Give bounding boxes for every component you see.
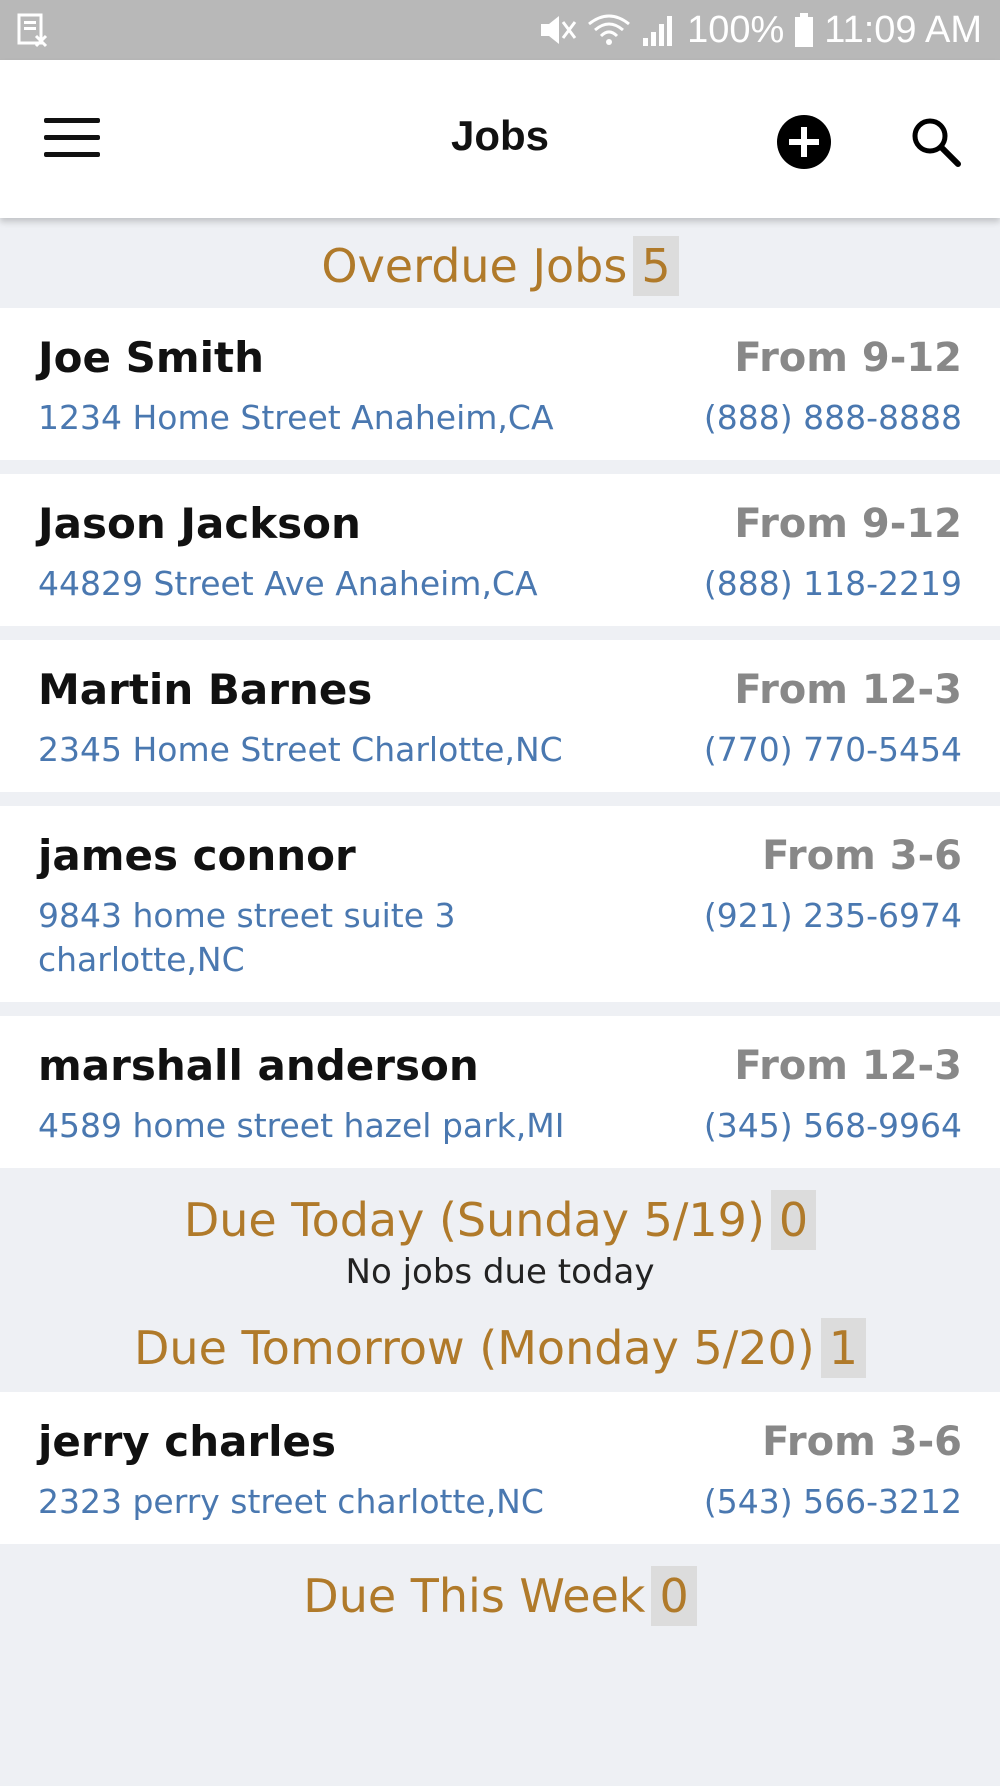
job-phone-link[interactable]: (888) 118-2219 [704, 562, 962, 606]
job-phone-link[interactable]: (921) 235-6974 [704, 894, 962, 938]
section-title: Due Today (Sunday 5/19) [183, 1193, 765, 1247]
job-phone-link[interactable]: (543) 566-3212 [704, 1480, 962, 1524]
section-header-tomorrow: Due Tomorrow (Monday 5/20) 1 [0, 1294, 1000, 1392]
job-card[interactable]: Martin Barnes From 12-3 2345 Home Street… [0, 640, 1000, 792]
section-title: Due Tomorrow (Monday 5/20) [134, 1321, 815, 1375]
section-count-badge: 1 [820, 1318, 866, 1378]
signal-icon [641, 12, 677, 48]
wifi-icon [587, 12, 631, 48]
section-header-today: Due Today (Sunday 5/19) 0 [0, 1168, 1000, 1250]
job-address-link[interactable]: 2345 Home Street Charlotte,NC [38, 728, 563, 772]
job-card[interactable]: jerry charles From 3-6 2323 perry street… [0, 1392, 1000, 1544]
battery-icon [794, 12, 814, 48]
job-time-window: From 9-12 [734, 501, 962, 547]
page-title: Jobs [450, 112, 550, 159]
section-count-badge: 0 [651, 1566, 697, 1626]
app-bar: Jobs [0, 60, 1000, 218]
job-time-window: From 3-6 [762, 1419, 962, 1465]
section-title: Overdue Jobs [321, 239, 628, 293]
job-phone-link[interactable]: (888) 888-8888 [704, 396, 962, 440]
job-customer-name: Jason Jackson [38, 499, 361, 548]
job-customer-name: jerry charles [38, 1417, 337, 1466]
job-card[interactable]: james connor From 3-6 9843 home street s… [0, 806, 1000, 1002]
job-card[interactable]: marshall anderson From 12-3 4589 home st… [0, 1016, 1000, 1168]
job-address-link[interactable]: 4589 home street hazel park,MI [38, 1104, 565, 1148]
section-count-badge: 0 [770, 1190, 817, 1250]
job-customer-name: marshall anderson [38, 1041, 479, 1090]
status-bar: 100% 11:09 AM [0, 0, 1000, 60]
section-header-overdue: Overdue Jobs 5 [0, 218, 1000, 308]
job-time-window: From 12-3 [734, 1043, 962, 1089]
job-customer-name: james connor [38, 831, 356, 880]
empty-state-text: No jobs due today [345, 1252, 655, 1292]
screenshot-notification-icon [16, 12, 48, 48]
mute-icon [537, 12, 577, 48]
job-time-window: From 9-12 [734, 335, 962, 381]
battery-percent: 100% [687, 8, 785, 51]
clock: 11:09 AM [824, 8, 982, 51]
job-address-link[interactable]: 9843 home street suite 3 charlotte,NC [38, 894, 518, 982]
add-circle-icon[interactable] [776, 114, 832, 170]
job-customer-name: Joe Smith [38, 333, 264, 382]
job-phone-link[interactable]: (770) 770-5454 [704, 728, 962, 772]
job-address-link[interactable]: 1234 Home Street Anaheim,CA [38, 396, 554, 440]
jobs-list[interactable]: Overdue Jobs 5 Joe Smith From 9-12 1234 H… [0, 218, 1000, 1626]
job-phone-link[interactable]: (345) 568-9964 [704, 1104, 962, 1148]
section-title: Due This Week [303, 1569, 646, 1623]
section-header-week: Due This Week 0 [0, 1558, 1000, 1626]
search-icon[interactable] [908, 114, 964, 170]
job-time-window: From 12-3 [734, 667, 962, 713]
job-address-link[interactable]: 2323 perry street charlotte,NC [38, 1480, 544, 1524]
section-count-badge: 5 [633, 236, 679, 296]
job-time-window: From 3-6 [762, 833, 962, 879]
job-address-link[interactable]: 44829 Street Ave Anaheim,CA [38, 562, 538, 606]
job-customer-name: Martin Barnes [38, 665, 373, 714]
job-card[interactable]: Joe Smith From 9-12 1234 Home Street Ana… [0, 308, 1000, 460]
job-card[interactable]: Jason Jackson From 9-12 44829 Street Ave… [0, 474, 1000, 626]
